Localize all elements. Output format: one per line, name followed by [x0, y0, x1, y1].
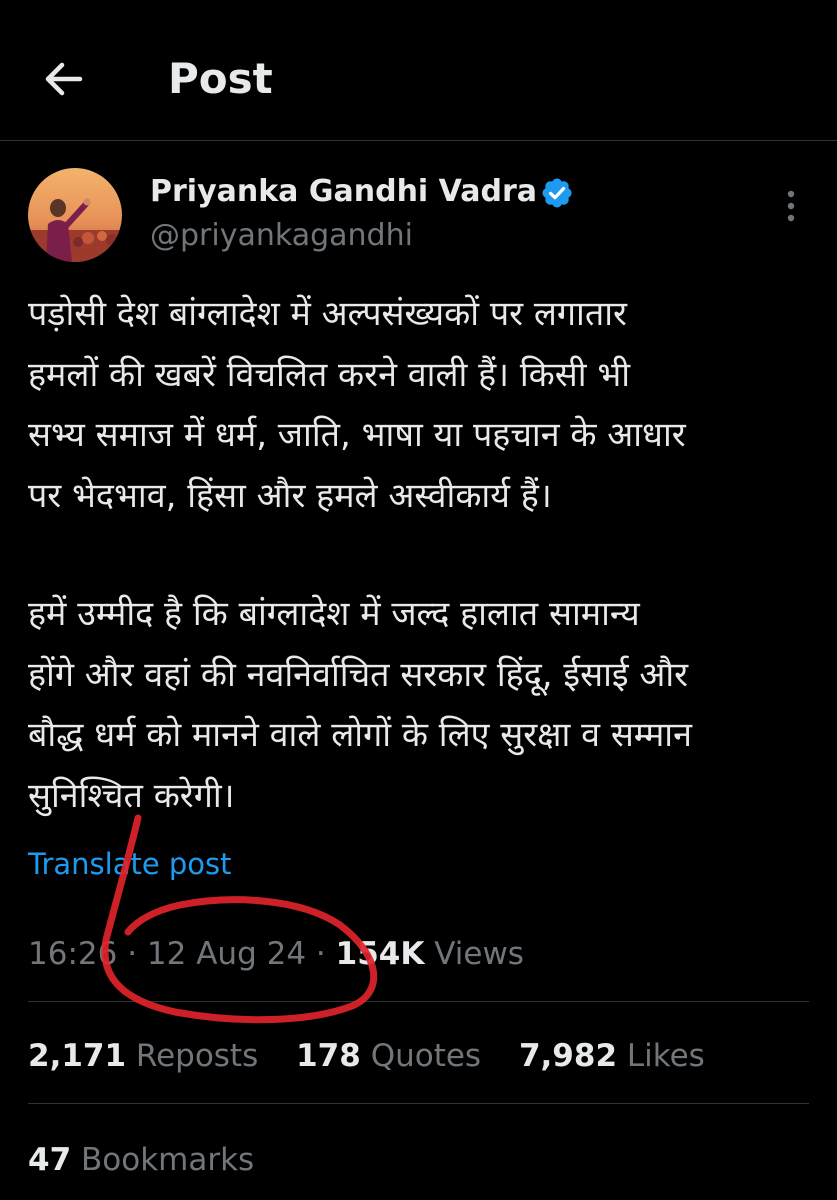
author-name[interactable]: Priyanka Gandhi Vadra — [150, 172, 537, 212]
post-meta: 16:26 · 12 Aug 24 · 154K Views — [28, 934, 524, 974]
reposts-count: 2,171 — [28, 1038, 127, 1074]
quotes-label: Quotes — [370, 1038, 482, 1074]
more-options-button[interactable] — [776, 186, 806, 230]
views-count: 154K — [335, 936, 425, 972]
page-title: Post — [168, 54, 273, 103]
post-text: पड़ोसी देश बांग्लादेश में अल्पसंख्यकों प… — [28, 284, 818, 826]
bookmarks-count: 47 — [28, 1142, 72, 1178]
bookmarks-label: Bookmarks — [81, 1142, 255, 1178]
back-button[interactable] — [40, 55, 88, 103]
bookmarks-stat[interactable]: 47 Bookmarks — [28, 1140, 254, 1180]
arrow-left-icon — [45, 62, 83, 96]
divider — [28, 1103, 809, 1104]
post-paragraph-2: हमें उम्मीद है कि बांग्लादेश में जल्द हा… — [28, 594, 692, 816]
reposts-label: Reposts — [135, 1038, 259, 1074]
post-paragraph-1: पड़ोसी देश बांग्लादेश में अल्पसंख्यकों प… — [28, 294, 686, 516]
meta-separator: · — [315, 936, 326, 972]
author-handle[interactable]: @priyankagandhi — [150, 216, 413, 256]
post-date[interactable]: 12 Aug 24 — [147, 936, 306, 972]
likes-label: Likes — [626, 1038, 705, 1074]
top-bar: Post — [0, 0, 837, 141]
quotes-stat[interactable]: 178 Quotes — [296, 1036, 481, 1076]
verified-badge-icon — [540, 176, 574, 210]
post-time[interactable]: 16:26 — [28, 936, 117, 972]
avatar[interactable] — [28, 168, 122, 262]
divider — [28, 1001, 809, 1002]
engagement-stats: 2,171 Reposts 178 Quotes 7,982 Likes — [28, 1036, 733, 1076]
likes-stat[interactable]: 7,982 Likes — [519, 1036, 705, 1076]
meta-separator: · — [127, 936, 138, 972]
quotes-count: 178 — [296, 1038, 361, 1074]
more-vertical-icon — [787, 190, 795, 222]
likes-count: 7,982 — [518, 1038, 618, 1074]
translate-post-link[interactable]: Translate post — [28, 844, 232, 884]
reposts-stat[interactable]: 2,171 Reposts — [28, 1036, 258, 1076]
avatar-photo — [28, 168, 122, 262]
views-label: Views — [434, 936, 524, 972]
